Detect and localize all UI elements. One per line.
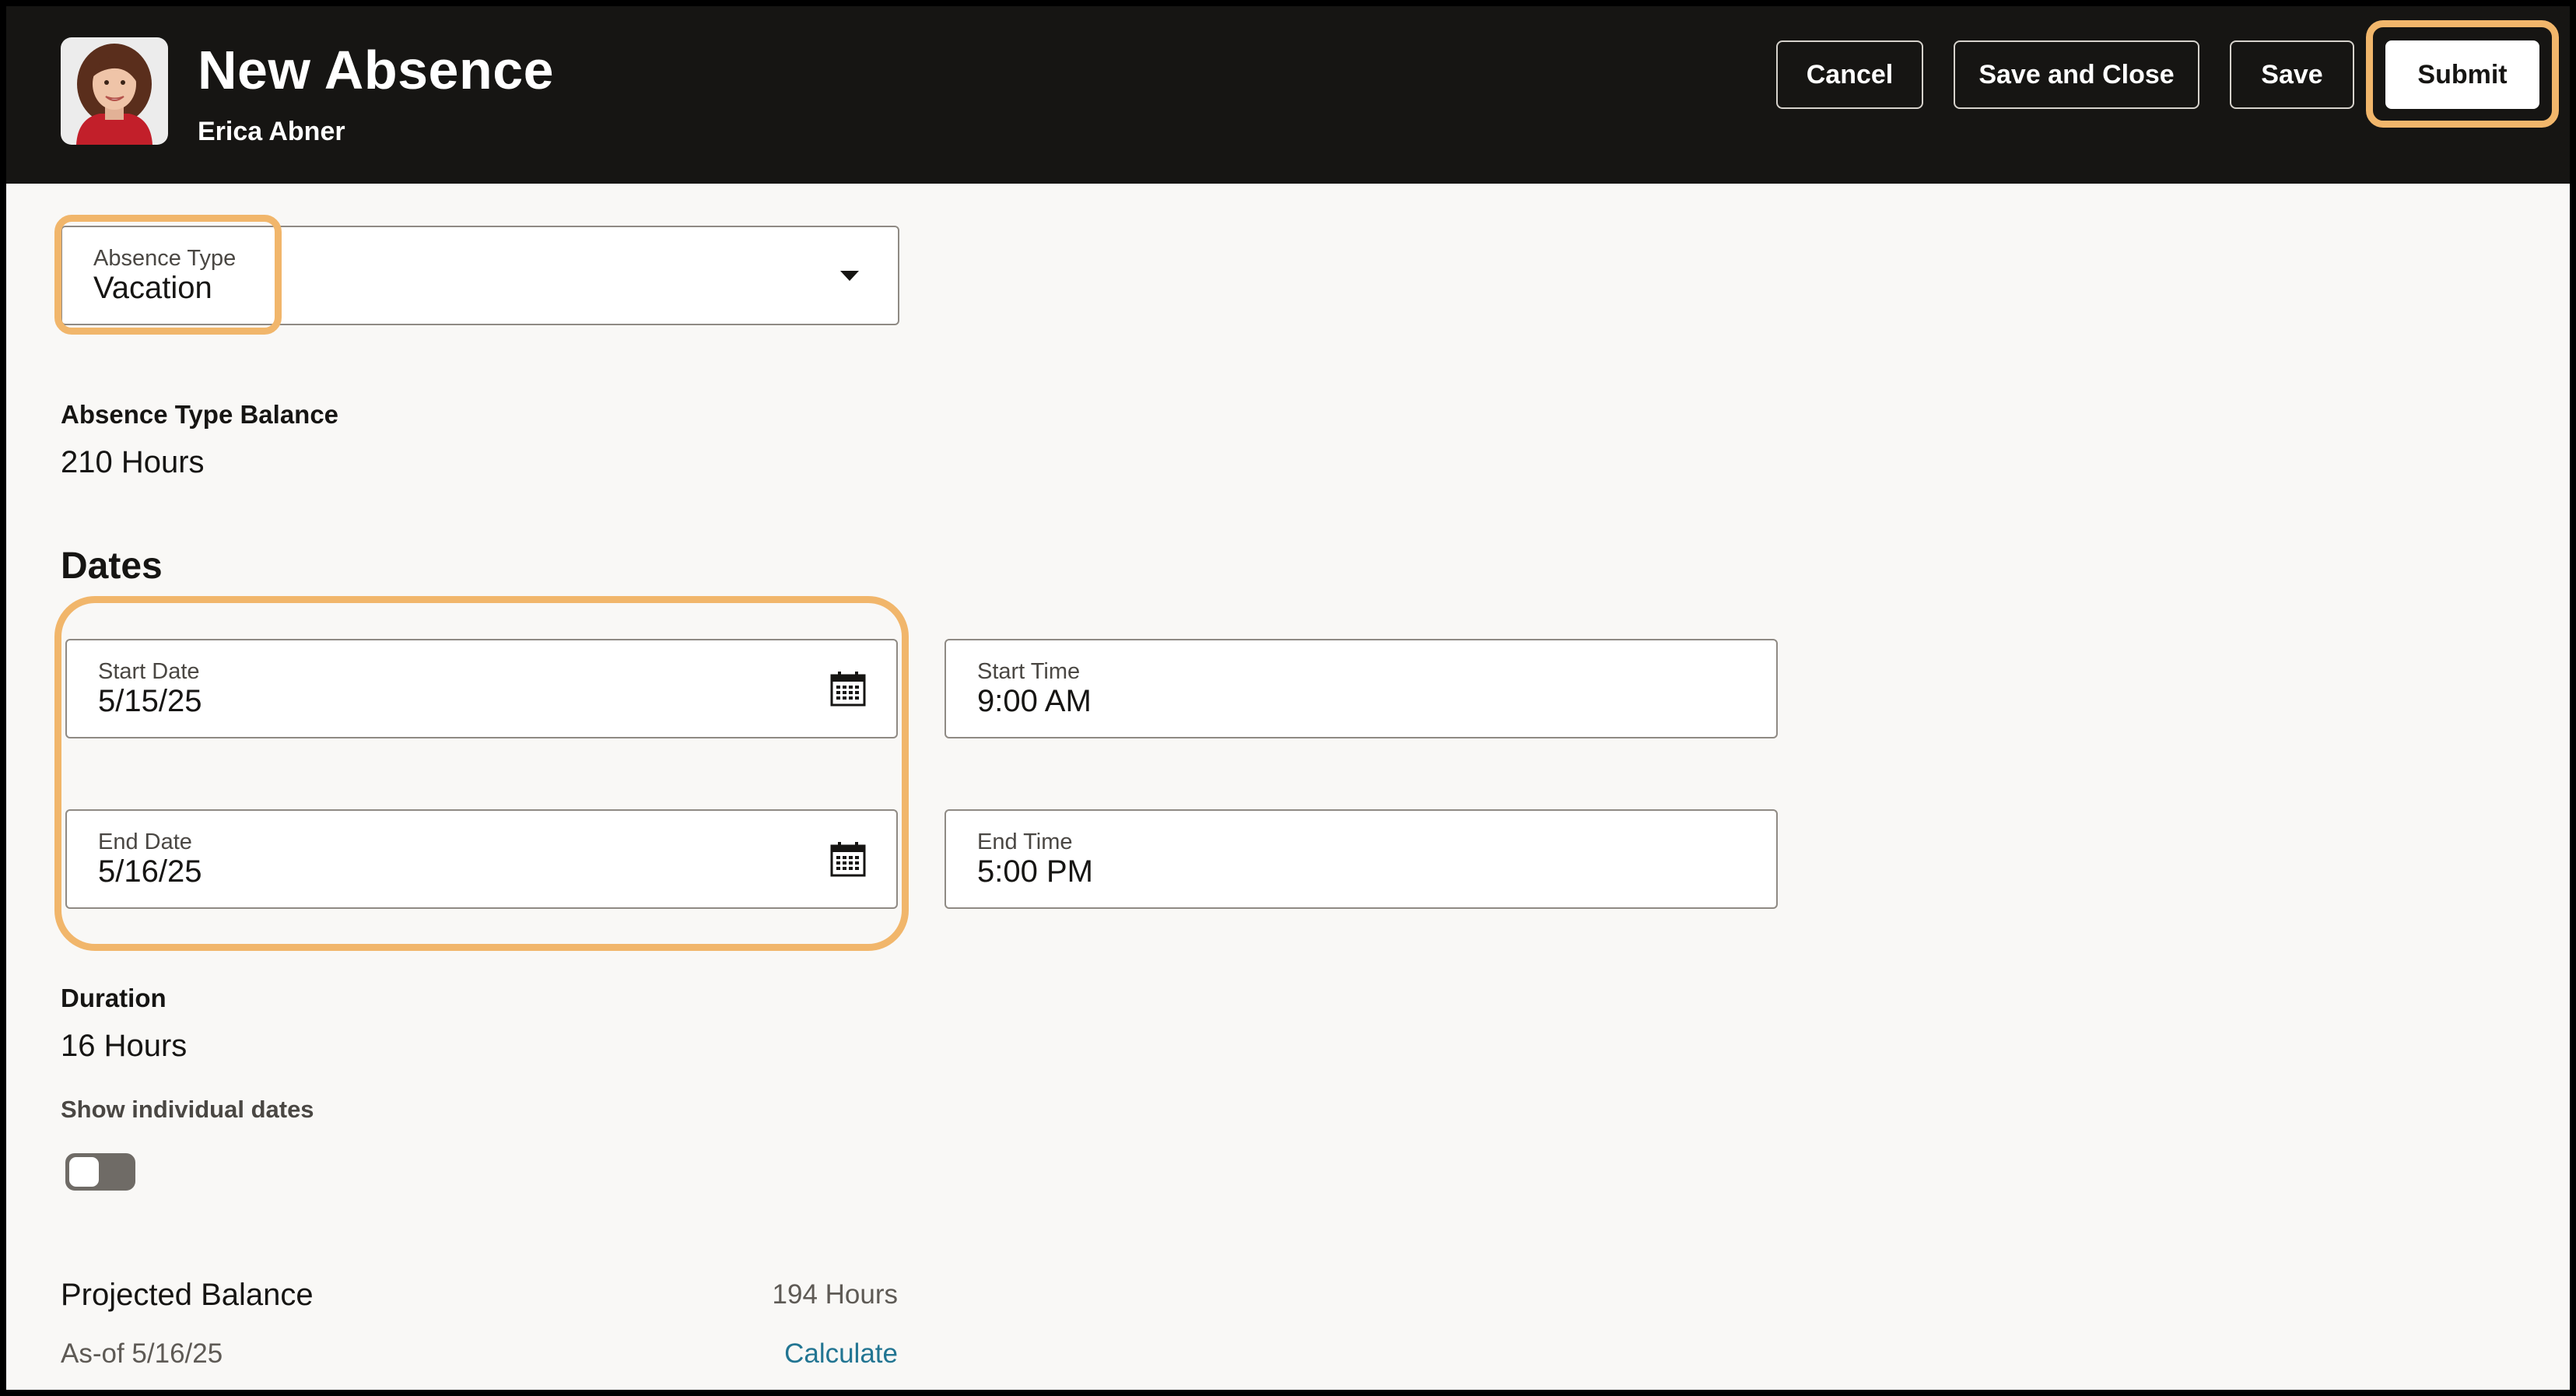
duration-value: 16 Hours: [61, 1029, 188, 1063]
projected-balance-label: Projected Balance: [61, 1278, 314, 1312]
absence-type-label: Absence Type: [93, 246, 237, 271]
absence-type-balance-value: 210 Hours: [61, 445, 205, 479]
absence-type-balance-label: Absence Type Balance: [61, 400, 339, 429]
projected-balance-value: 194 Hours: [772, 1279, 898, 1310]
page-header: New Absence Erica Abner Cancel Save and …: [6, 6, 2570, 184]
duration-label: Duration: [61, 984, 166, 1012]
toggle-knob: [69, 1157, 99, 1187]
page-title: New Absence: [198, 40, 555, 100]
start-time-value[interactable]: 9:00 AM: [977, 684, 1092, 719]
start-time-label: Start Time: [977, 659, 1081, 684]
calendar-icon[interactable]: [829, 670, 867, 707]
projected-as-of-date: As-of 5/16/25: [61, 1338, 223, 1369]
employee-name: Erica Abner: [198, 117, 345, 146]
avatar: [61, 37, 168, 145]
show-individual-dates-toggle[interactable]: [65, 1153, 135, 1191]
calculate-link[interactable]: Calculate: [664, 1338, 898, 1370]
end-date-label: End Date: [98, 830, 192, 854]
submit-button[interactable]: Submit: [2385, 40, 2539, 109]
absence-type-value: Vacation: [93, 271, 212, 305]
cancel-button[interactable]: Cancel: [1776, 40, 1923, 109]
end-time-field[interactable]: End Time 5:00 PM: [945, 809, 1778, 909]
chevron-down-icon[interactable]: [840, 271, 859, 281]
end-time-label: End Time: [977, 830, 1073, 854]
absence-type-select[interactable]: Absence Type Vacation: [61, 226, 899, 325]
save-and-close-button[interactable]: Save and Close: [1954, 40, 2199, 109]
dates-section-title: Dates: [61, 545, 163, 587]
end-time-value[interactable]: 5:00 PM: [977, 854, 1093, 889]
start-date-value[interactable]: 5/15/25: [98, 684, 202, 719]
start-date-label: Start Date: [98, 659, 200, 684]
save-button[interactable]: Save: [2230, 40, 2354, 109]
end-date-field[interactable]: End Date 5/16/25: [65, 809, 898, 909]
new-absence-page: New Absence Erica Abner Cancel Save and …: [0, 0, 2576, 1396]
show-individual-dates-label: Show individual dates: [61, 1096, 314, 1123]
start-time-field[interactable]: Start Time 9:00 AM: [945, 639, 1778, 738]
start-date-field[interactable]: Start Date 5/15/25: [65, 639, 898, 738]
end-date-value[interactable]: 5/16/25: [98, 854, 202, 889]
avatar-photo: [61, 37, 168, 145]
calendar-icon[interactable]: [829, 840, 867, 878]
